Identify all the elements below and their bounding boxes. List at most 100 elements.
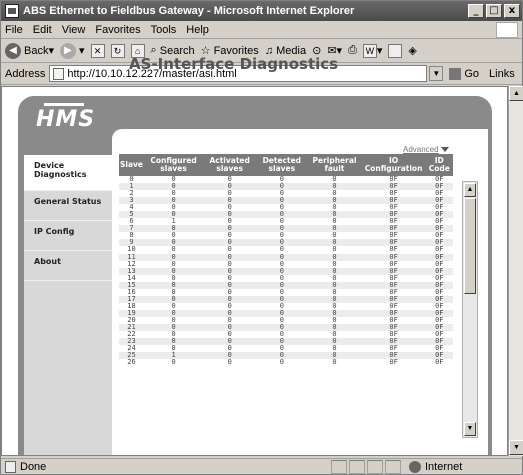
- print-icon: ⎙: [348, 44, 357, 56]
- discuss-icon: [388, 43, 403, 58]
- globe-icon: [409, 461, 421, 473]
- table-row: 10 0 0 0 0 0F 0F: [119, 246, 453, 253]
- table-header-row: Slave Configured slaves Activated slaves…: [119, 154, 453, 176]
- table-row: 6 1 0 0 0 0F 0F: [119, 218, 453, 225]
- table-row: 14 0 0 0 0 0F 0F: [119, 274, 453, 282]
- maximize-button[interactable]: □: [486, 4, 502, 18]
- table-body: 0 0 0 0 0 0F 0F 1 0 0 0 0 0F 0F 2 0 0 0 0 0F 0F 3 0 0 0 0 0F 0F 4 0 0 0…: [119, 175, 453, 366]
- table-row: 9 0 0 0 0 0F 0F: [119, 239, 453, 247]
- col-id-code: ID Code: [425, 154, 453, 176]
- table-row: 17 0 0 0 0 0F 0F: [119, 295, 453, 303]
- table-row: 23 0 0 0 0 0F 0F: [119, 338, 453, 346]
- forward-button[interactable]: ▶ ▾: [60, 42, 85, 59]
- table-cell: 0F: [435, 358, 444, 367]
- menu-view[interactable]: View: [62, 24, 86, 36]
- links-button[interactable]: Links: [489, 68, 515, 80]
- window-scroll-down-icon[interactable]: ▼: [509, 440, 523, 455]
- table-row: 8 0 0 0 0 0F 0F: [119, 232, 453, 239]
- status-cell: [367, 460, 383, 474]
- col-slave: Slave: [119, 154, 145, 176]
- status-bar: Done Internet: [1, 458, 522, 475]
- address-dropdown-button[interactable]: ▼: [429, 66, 444, 81]
- go-label: Go: [464, 67, 480, 80]
- status-cell: [349, 460, 365, 474]
- scroll-thumb[interactable]: [464, 198, 476, 294]
- table-row: 20 0 0 0 0 0F 0F: [119, 316, 453, 324]
- advanced-link[interactable]: Advanced: [403, 145, 449, 154]
- status-cell: [331, 460, 347, 474]
- zone-indicator: Internet: [403, 461, 462, 473]
- diagnostics-table: Slave Configured slaves Activated slaves…: [119, 154, 453, 366]
- nav-device-diagnostics[interactable]: Device Diagnostics: [24, 155, 112, 191]
- windows-logo-icon: [496, 22, 518, 38]
- menu-bar: File Edit View Favorites Tools Help: [1, 21, 522, 39]
- menu-edit[interactable]: Edit: [33, 24, 52, 36]
- scroll-down-arrow-icon[interactable]: ▼: [464, 422, 476, 436]
- minimize-button[interactable]: _: [468, 4, 484, 18]
- nav-about[interactable]: About: [24, 251, 112, 281]
- table-cell: 0: [227, 358, 232, 367]
- print-button[interactable]: ⎙: [348, 44, 357, 57]
- table-row: 16 0 0 0 0 0F 0F: [119, 288, 453, 296]
- edit-button[interactable]: W ▾: [362, 43, 382, 58]
- go-button[interactable]: Go: [449, 67, 480, 80]
- forward-arrow-icon: ▶: [60, 42, 76, 59]
- window-title: ABS Ethernet to Fieldbus Gateway - Micro…: [23, 5, 355, 17]
- window-scrollbar[interactable]: ▲ ▼: [508, 86, 523, 456]
- page-done-icon: [5, 461, 16, 473]
- page-title: AS-Interface Diagnostics: [129, 55, 339, 73]
- address-label: Address: [5, 67, 46, 80]
- table-cell: 0F: [389, 358, 398, 367]
- table-row: 19 0 0 0 0 0F 0F: [119, 309, 453, 317]
- menu-file[interactable]: File: [5, 24, 23, 36]
- menu-favorites[interactable]: Favorites: [95, 24, 140, 36]
- table-row: 26 0 0 0 0 0F 0F: [119, 359, 453, 366]
- table-row: 1 0 0 0 0 0F 0F: [119, 183, 453, 191]
- table-row: 25 1 0 0 0 0F 0F: [119, 352, 453, 360]
- table-row: 12 0 0 0 0 0F 0F: [119, 260, 453, 268]
- zone-label: Internet: [425, 461, 463, 473]
- table-row: 21 0 0 0 0 0F 0F: [119, 323, 453, 332]
- window-scroll-up-icon[interactable]: ▲: [509, 86, 523, 101]
- side-nav: Device Diagnostics General Status IP Con…: [24, 155, 112, 455]
- chevron-down-icon: [440, 147, 449, 152]
- table-scrollbar[interactable]: ▲ ▼: [462, 181, 478, 438]
- table-row: 3 0 0 0 0 0F 0F: [119, 197, 453, 205]
- nav-ip-config[interactable]: IP Config: [24, 221, 112, 251]
- table-cell: 26: [127, 358, 136, 367]
- messenger-icon: ◈: [408, 45, 417, 57]
- table-cell: 0: [332, 358, 337, 367]
- back-button[interactable]: ◀ Back ▾: [5, 42, 54, 59]
- table-row: 7 0 0 0 0 0F 0F: [119, 225, 453, 233]
- refresh-button[interactable]: ↻: [110, 43, 125, 58]
- back-label: Back: [24, 44, 49, 57]
- ie-app-icon: [5, 4, 19, 18]
- table-row: 4 0 0 0 0 0F 0F: [119, 204, 453, 211]
- table-row: 11 0 0 0 0 0F 0F: [119, 253, 453, 261]
- hms-logo: HMS: [36, 103, 96, 132]
- nav-general-status[interactable]: General Status: [24, 191, 112, 221]
- diagnostics-table-container: Slave Configured slaves Activated slaves…: [119, 154, 453, 434]
- scroll-up-arrow-icon[interactable]: ▲: [464, 183, 476, 197]
- stop-button[interactable]: ✕: [90, 43, 105, 58]
- table-cell: 0: [171, 358, 176, 367]
- status-text-area: Done: [1, 461, 331, 473]
- col-detected-slaves: Detected slaves: [256, 154, 308, 176]
- edit-icon: W: [362, 43, 377, 58]
- back-arrow-icon: ◀: [5, 42, 21, 59]
- refresh-icon: ↻: [110, 43, 125, 58]
- title-bar: ABS Ethernet to Fieldbus Gateway - Micro…: [1, 1, 522, 21]
- messenger-button[interactable]: ◈: [408, 44, 416, 57]
- table-row: 0 0 0 0 0 0F 0F: [119, 175, 453, 183]
- table-row: 15 0 0 0 0 0F 0F: [119, 281, 453, 289]
- stop-icon: ✕: [90, 43, 105, 58]
- table-row: 2 0 0 0 0 0F 0F: [119, 190, 453, 197]
- menu-tools[interactable]: Tools: [151, 24, 177, 36]
- table-row: 18 0 0 0 0 0F 0F: [119, 302, 453, 310]
- menu-help[interactable]: Help: [186, 24, 209, 36]
- col-configured-slaves: Configured slaves: [144, 154, 204, 176]
- close-button[interactable]: x: [504, 4, 520, 18]
- col-io-configuration: IO Configuration: [361, 154, 426, 176]
- status-cell: [385, 460, 401, 474]
- discuss-button[interactable]: [388, 43, 403, 58]
